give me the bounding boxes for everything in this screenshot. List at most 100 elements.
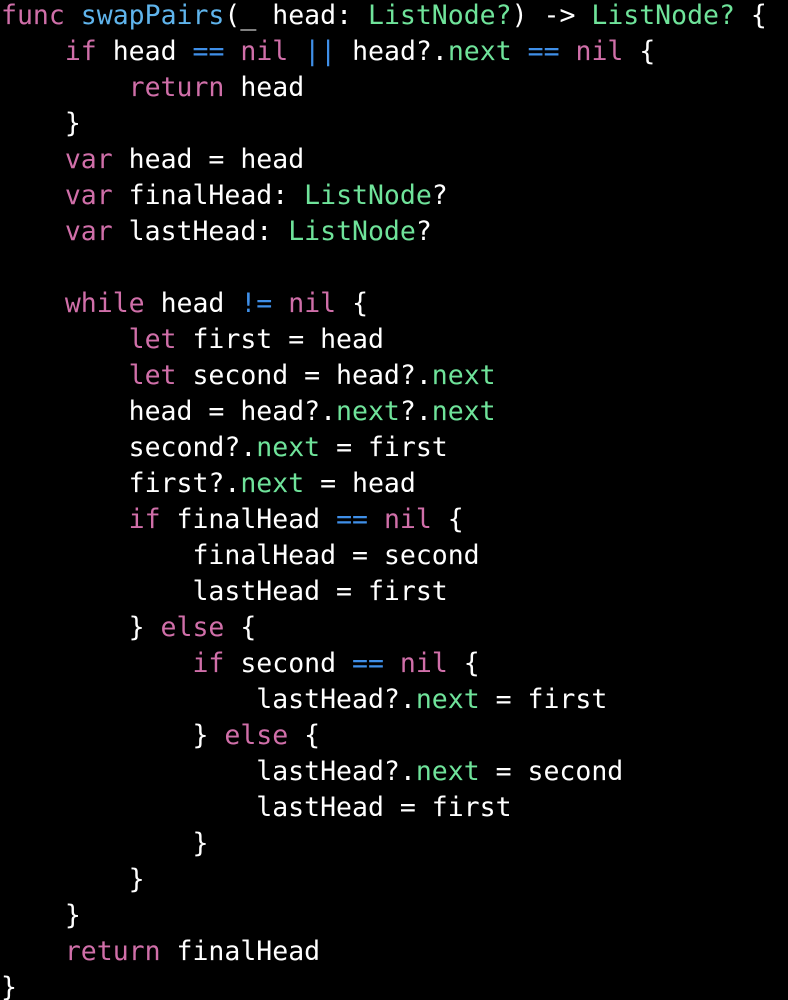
- code-text: {: [224, 612, 257, 643]
- code-line[interactable]: let second = head?.next: [1, 358, 767, 394]
- code-text: second?.: [1, 432, 257, 463]
- type-token: ListNode: [304, 180, 432, 211]
- code-text: second: [224, 648, 353, 679]
- code-text: {: [288, 720, 321, 751]
- code-line[interactable]: lastHead = first: [1, 574, 767, 610]
- code-line[interactable]: }: [1, 106, 767, 142]
- keyword-token: let: [128, 360, 177, 391]
- code-line[interactable]: finalHead = second: [1, 538, 767, 574]
- keyword-token: nil: [575, 36, 624, 67]
- property-token: next: [447, 36, 512, 67]
- keyword-token: if: [192, 648, 225, 679]
- code-text: ?: [431, 180, 448, 211]
- code-line[interactable]: return finalHead: [1, 934, 767, 970]
- code-line[interactable]: } else {: [1, 718, 767, 754]
- code-line[interactable]: } else {: [1, 610, 767, 646]
- code-line[interactable]: var finalHead: ListNode?: [1, 178, 767, 214]
- code-line[interactable]: lastHead?.next = first: [1, 682, 767, 718]
- code-line[interactable]: if head == nil || head?.next == nil {: [1, 34, 767, 70]
- code-text: = first: [320, 432, 448, 463]
- code-text: head = head?.: [1, 396, 337, 427]
- code-text: = second: [479, 756, 624, 787]
- code-line[interactable]: if finalHead == nil {: [1, 502, 767, 538]
- code-line[interactable]: while head != nil {: [1, 286, 767, 322]
- code-line[interactable]: var head = head: [1, 142, 767, 178]
- code-text: lastHead?.: [1, 684, 416, 715]
- code-text: }: [1, 864, 145, 895]
- keyword-token: nil: [288, 288, 337, 319]
- type-token: ListNode?: [591, 0, 735, 31]
- code-text: {: [447, 648, 480, 679]
- property-token: next: [240, 468, 305, 499]
- keyword-token: func: [1, 0, 65, 31]
- code-line[interactable]: var lastHead: ListNode?: [1, 214, 767, 250]
- code-text: }: [1, 720, 225, 751]
- code-text: first = head: [176, 324, 384, 355]
- code-line[interactable]: func swapPairs(_ head: ListNode?) -> Lis…: [1, 0, 767, 34]
- type-token: ListNode?: [367, 0, 512, 31]
- keyword-token: while: [64, 288, 145, 319]
- code-text: lastHead = first: [1, 792, 512, 823]
- code-editor[interactable]: func swapPairs(_ head: ListNode?) -> Lis…: [0, 0, 788, 1000]
- code-text: }: [1, 972, 17, 1000]
- code-line[interactable]: if second == nil {: [1, 646, 767, 682]
- keyword-token: return: [64, 936, 161, 967]
- type-token: ListNode: [288, 216, 416, 247]
- code-text: {: [623, 36, 656, 67]
- code-text: }: [1, 828, 209, 859]
- code-line[interactable]: }: [1, 826, 767, 862]
- operator-token: ==: [352, 648, 384, 679]
- keyword-token: nil: [383, 504, 432, 535]
- code-text: first?.: [1, 468, 241, 499]
- code-line[interactable]: second?.next = first: [1, 430, 767, 466]
- code-line[interactable]: lastHead = first: [1, 790, 767, 826]
- code-text: head: [96, 36, 193, 67]
- code-text: finalHead = second: [1, 540, 480, 571]
- code-text: head = head: [112, 144, 305, 175]
- code-line[interactable]: return head: [1, 70, 767, 106]
- code-text: head: [224, 72, 305, 103]
- keyword-token: return: [128, 72, 225, 103]
- operator-token: ==: [192, 36, 225, 67]
- keyword-token: let: [128, 324, 177, 355]
- code-line[interactable]: first?.next = head: [1, 466, 767, 502]
- property-token: next: [415, 684, 480, 715]
- code-text: second = head?.: [176, 360, 432, 391]
- code-line[interactable]: }: [1, 970, 767, 1000]
- code-line[interactable]: lastHead?.next = second: [1, 754, 767, 790]
- code-line[interactable]: let first = head: [1, 322, 767, 358]
- code-text: ) ->: [511, 0, 592, 31]
- property-token: next: [431, 396, 496, 427]
- keyword-token: if: [64, 36, 97, 67]
- code-text: ?.: [399, 396, 432, 427]
- property-token: next: [415, 756, 480, 787]
- code-text: (_ head:: [224, 0, 368, 31]
- code-text: }: [1, 108, 81, 139]
- keyword-token: var: [64, 216, 113, 247]
- code-line[interactable]: }: [1, 862, 767, 898]
- code-line[interactable]: }: [1, 898, 767, 934]
- code-block[interactable]: func swapPairs(_ head: ListNode?) -> Lis…: [1, 0, 767, 1000]
- code-text: finalHead: [160, 504, 337, 535]
- code-line[interactable]: head = head?.next?.next: [1, 394, 767, 430]
- code-text: finalHead:: [112, 180, 305, 211]
- code-text: = first: [479, 684, 608, 715]
- code-text: {: [336, 288, 369, 319]
- operator-token: ==: [527, 36, 560, 67]
- code-line[interactable]: ​: [1, 250, 767, 286]
- property-token: next: [336, 396, 400, 427]
